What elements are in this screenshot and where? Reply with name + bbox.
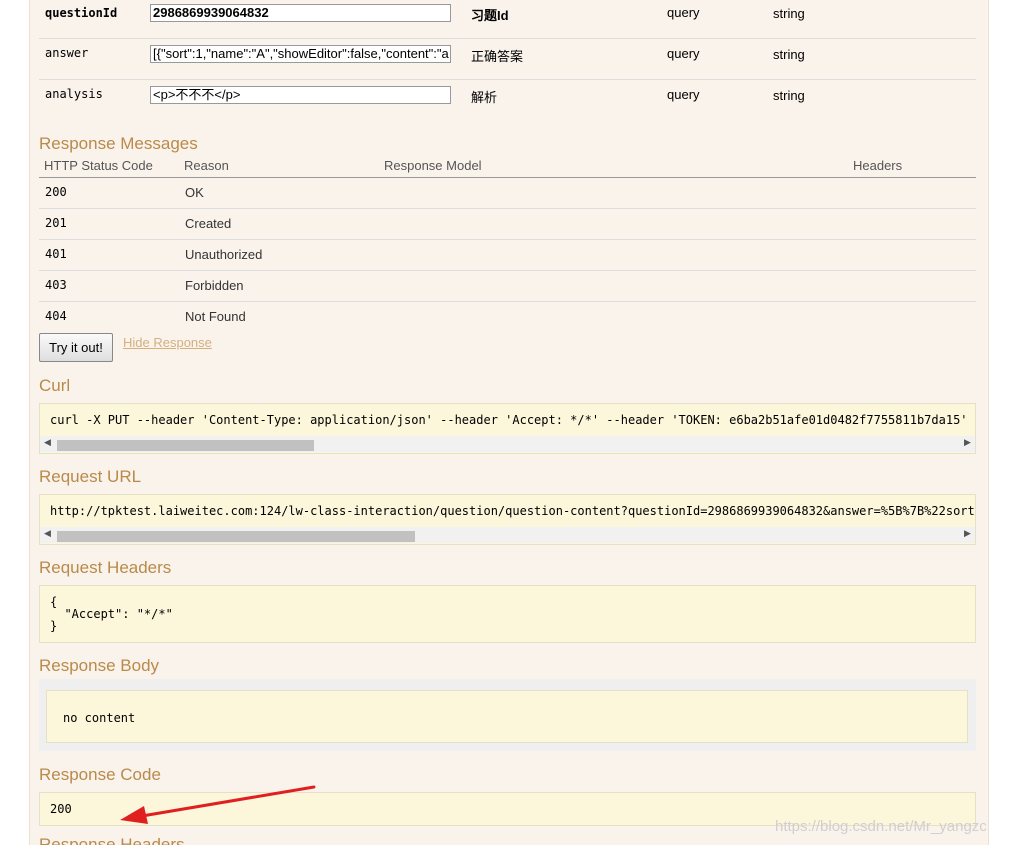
request-url-text: http://tpktest.laiweitec.com:124/lw-clas… — [50, 504, 976, 518]
scrollbar-thumb[interactable] — [57, 440, 314, 451]
table-header-divider — [39, 177, 976, 178]
request-headers-line: } — [50, 619, 58, 633]
reason-created: Created — [185, 216, 232, 231]
param-type-analysis: query — [667, 87, 700, 102]
col-header-headers: Headers — [853, 158, 903, 173]
request-headers-title: Request Headers — [39, 558, 172, 577]
response-headers-title: Response Headers — [39, 835, 185, 845]
response-body-wrapper: no content — [39, 679, 976, 751]
annotation-arrow-icon — [120, 785, 316, 824]
param-name-answer: answer — [45, 46, 89, 60]
response-body-box: no content — [46, 690, 968, 743]
watermark: https://blog.csdn.net/Mr_yangzc — [775, 818, 987, 835]
col-header-status-code: HTTP Status Code — [44, 158, 153, 173]
row-divider — [39, 301, 976, 302]
analysis-input[interactable]: <p>不不不</p> — [150, 86, 451, 104]
param-name-analysis: analysis — [45, 87, 103, 101]
status-code-200: 200 — [45, 185, 67, 199]
param-desc-answer: 正确答案 — [471, 49, 524, 64]
curl-command: curl -X PUT --header 'Content-Type: appl… — [50, 413, 976, 427]
reason-not-found: Not Found — [185, 309, 246, 324]
row-divider — [39, 239, 976, 240]
scroll-left-icon[interactable]: ◀ — [44, 437, 51, 448]
scroll-left-icon[interactable]: ◀ — [44, 528, 51, 539]
param-desc-questionId: 习题Id — [471, 8, 509, 23]
request-headers-line: "Accept": "*/*" — [50, 607, 173, 621]
curl-scrollbar[interactable]: ◀ ▶ — [40, 436, 975, 452]
reason-forbidden: Forbidden — [185, 278, 244, 293]
reason-unauthorized: Unauthorized — [185, 247, 263, 262]
questionId-input[interactable]: 2986869939064832 — [150, 4, 451, 22]
scroll-right-icon[interactable]: ▶ — [964, 437, 971, 448]
param-type-questionId: query — [667, 5, 700, 20]
scrollbar-thumb[interactable] — [57, 531, 415, 542]
answer-input[interactable]: [{"sort":1,"name":"A","showEditor":false… — [150, 45, 451, 63]
param-name-questionId: questionId — [45, 6, 118, 20]
param-desc-analysis: 解析 — [471, 90, 498, 105]
row-divider — [39, 79, 976, 80]
data-type-analysis: string — [773, 88, 805, 103]
response-code-text: 200 — [50, 802, 72, 816]
response-messages-title: Response Messages — [39, 134, 198, 153]
data-type-answer: string — [773, 47, 805, 62]
hide-response-link[interactable]: Hide Response — [123, 335, 212, 350]
reason-ok: OK — [185, 185, 204, 200]
col-header-reason: Reason — [184, 158, 229, 173]
request-headers-box: { "Accept": "*/*" } — [39, 585, 976, 643]
response-body-title: Response Body — [39, 656, 160, 675]
param-type-answer: query — [667, 46, 700, 61]
scroll-right-icon[interactable]: ▶ — [964, 528, 971, 539]
response-headers-title-text: Response Headers — [39, 835, 185, 845]
row-divider — [39, 38, 976, 39]
row-divider — [39, 208, 976, 209]
request-url-scrollbar[interactable]: ◀ ▶ — [40, 527, 975, 543]
status-code-404: 404 — [45, 309, 67, 323]
col-header-response-model: Response Model — [384, 158, 482, 173]
try-it-out-button[interactable]: Try it out! — [39, 333, 113, 362]
request-url-title: Request URL — [39, 467, 142, 486]
response-body-text: no content — [63, 711, 136, 725]
row-divider — [39, 270, 976, 271]
status-code-403: 403 — [45, 278, 67, 292]
data-type-questionId: string — [773, 6, 805, 21]
curl-title: Curl — [39, 376, 71, 395]
status-code-201: 201 — [45, 216, 67, 230]
status-code-401: 401 — [45, 247, 67, 261]
